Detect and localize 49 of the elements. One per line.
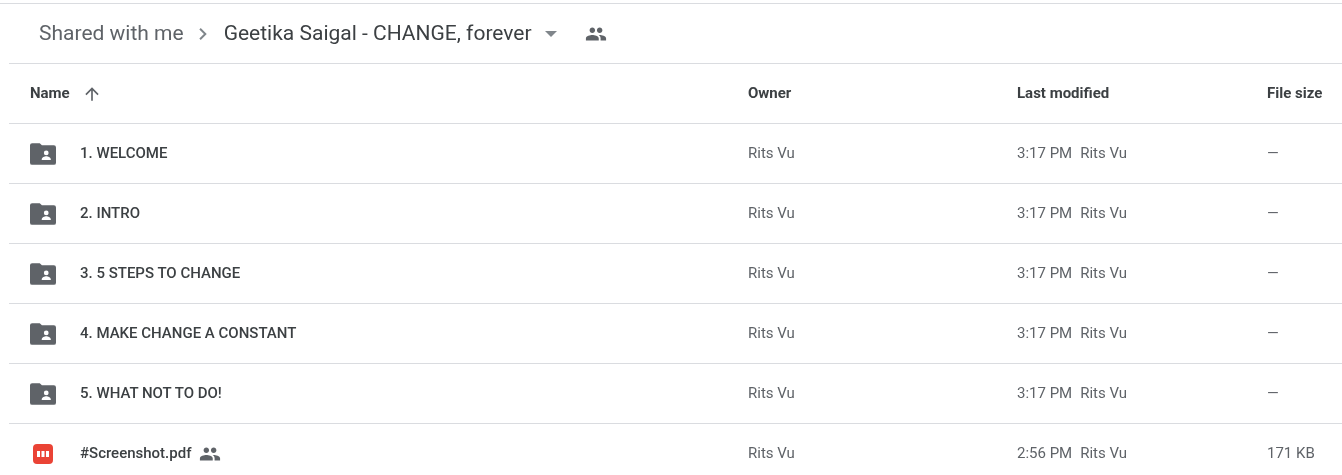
folder-title-button[interactable]: Geetika Saigal - CHANGE, forever	[221, 17, 557, 50]
shared-folder-icon	[30, 262, 56, 285]
file-row[interactable]: 1. WELCOME Rits Vu 3:17 PM Rits Vu —	[9, 124, 1342, 184]
chevron-right-icon	[198, 27, 207, 40]
modified-time: 3:17 PM	[1017, 263, 1073, 285]
file-row[interactable]: 3. 5 STEPS TO CHANGE Rits Vu 3:17 PM Rits Vu —	[9, 244, 1342, 304]
file-name: 2. INTRO	[80, 203, 140, 225]
shared-folder-icon	[30, 202, 56, 225]
file-name: 3. 5 STEPS TO CHANGE	[80, 263, 241, 285]
owner-text: Rits Vu	[748, 264, 795, 283]
file-name: 4. MAKE CHANGE A CONSTANT	[80, 323, 297, 345]
file-size: —	[1267, 384, 1279, 403]
file-size: —	[1267, 204, 1279, 223]
file-name: 5. WHAT NOT TO DO!	[80, 383, 222, 405]
modified-time: 3:17 PM	[1017, 323, 1073, 345]
column-header[interactable]: Name	[30, 82, 70, 105]
dropdown-caret-icon	[544, 30, 557, 37]
modified-time: 3:17 PM	[1017, 383, 1073, 405]
modified-by: Rits Vu	[1080, 443, 1128, 465]
column-header[interactable]: File size	[1267, 82, 1323, 105]
owner-text: Rits Vu	[748, 324, 795, 343]
modified-time: 3:17 PM	[1017, 203, 1073, 225]
file-row[interactable]: #Screenshot.pdf Rits Vu 2:56 PM Rits Vu 171 KB	[9, 424, 1342, 475]
shared-folder-icon	[30, 322, 56, 345]
column-header[interactable]: Owner	[748, 82, 792, 105]
file-size: —	[1267, 324, 1279, 343]
column-header[interactable]: Last modified	[1017, 82, 1110, 105]
breadcrumb-link[interactable]: Shared with me	[39, 17, 184, 50]
modified-by: Rits Vu	[1080, 323, 1128, 345]
modified-by: Rits Vu	[1080, 143, 1128, 165]
shared-folder-icon	[30, 142, 56, 165]
file-row[interactable]: 2. INTRO Rits Vu 3:17 PM Rits Vu —	[9, 184, 1342, 244]
owner-text: Rits Vu	[748, 384, 795, 403]
modified-by: Rits Vu	[1080, 263, 1128, 285]
modified-time: 2:56 PM	[1017, 443, 1073, 465]
shared-folder-icon	[30, 382, 56, 405]
modified-time: 3:17 PM	[1017, 143, 1073, 165]
owner-text: Rits Vu	[748, 444, 795, 463]
file-name: 1. WELCOME	[80, 143, 168, 165]
file-size: —	[1267, 264, 1279, 283]
modified-by: Rits Vu	[1080, 383, 1128, 405]
file-size: 171 KB	[1267, 444, 1315, 463]
modified-by: Rits Vu	[1080, 203, 1128, 225]
file-row[interactable]: 4. MAKE CHANGE A CONSTANT Rits Vu 3:17 PM Rits Vu —	[9, 304, 1342, 364]
file-size: —	[1267, 144, 1279, 163]
owner-text: Rits Vu	[748, 144, 795, 163]
owner-text: Rits Vu	[748, 204, 795, 223]
file-name: #Screenshot.pdf	[80, 443, 192, 465]
file-row[interactable]: 5. WHAT NOT TO DO! Rits Vu 3:17 PM Rits Vu —	[9, 364, 1342, 424]
